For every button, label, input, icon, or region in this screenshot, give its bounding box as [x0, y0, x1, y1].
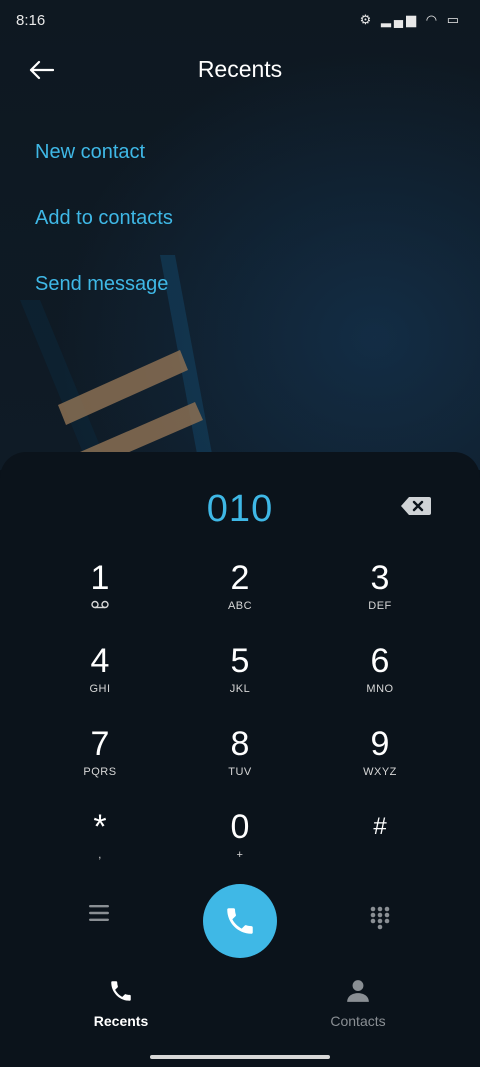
phone-icon	[227, 908, 253, 934]
tab-label: Recents	[93, 1013, 149, 1029]
dialpad-icon	[370, 906, 390, 930]
key-digit: 4	[90, 642, 110, 680]
key-digit: 7	[90, 725, 110, 763]
send-message-action[interactable]: Send message	[35, 273, 168, 296]
key-letters: +	[236, 849, 244, 861]
key-digit: 6	[370, 642, 390, 680]
key-digit: 1	[90, 559, 110, 597]
key-letters: JKL	[229, 683, 251, 695]
call-button[interactable]	[203, 884, 277, 958]
key-4[interactable]: 4 GHI	[30, 643, 170, 713]
key-9[interactable]: 9 WXYZ	[310, 726, 450, 796]
key-digit: 3	[370, 559, 390, 597]
key-digit: #	[373, 813, 387, 840]
key-letters: DEF	[368, 600, 392, 612]
key-digit: 8	[230, 725, 250, 763]
status-icons: ⚙ ▂▄▆ ◠ ▭	[359, 12, 462, 27]
key-6[interactable]: 6 MNO	[310, 643, 450, 713]
key-8[interactable]: 8 TUV	[170, 726, 310, 796]
backspace-button[interactable]	[400, 496, 432, 521]
key-0[interactable]: 0 +	[170, 809, 310, 879]
key-digit: 2	[230, 559, 250, 597]
key-letters: MNO	[366, 683, 394, 695]
home-indicator[interactable]	[150, 1055, 330, 1059]
key-digit: 5	[230, 642, 250, 680]
key-star[interactable]: * ,	[30, 809, 170, 879]
key-2[interactable]: 2 ABC	[170, 560, 310, 630]
key-digit: 9	[370, 725, 390, 763]
key-letters: WXYZ	[363, 766, 397, 778]
key-letters: GHI	[89, 683, 111, 695]
dialpad-panel: 010 1 2 ABC 3 DEF 4 GHI 5 JKL 6 MNO 7 PQ…	[0, 452, 480, 1067]
status-time: 8:16	[16, 12, 46, 29]
new-contact-action[interactable]: New contact	[35, 141, 145, 164]
key-letters: ABC	[227, 600, 253, 612]
tab-contacts[interactable]: Contacts	[298, 978, 418, 1029]
page-title: Recents	[197, 56, 283, 82]
key-1[interactable]: 1	[30, 560, 170, 630]
key-letters: TUV	[228, 766, 252, 778]
phone-icon	[111, 981, 131, 1001]
key-digit: 0	[230, 808, 250, 846]
tab-label: Contacts	[330, 1013, 386, 1029]
key-hash[interactable]: #	[310, 809, 450, 879]
person-icon	[347, 980, 369, 1002]
key-letters: PQRS	[83, 766, 117, 778]
key-5[interactable]: 5 JKL	[170, 643, 310, 713]
menu-icon	[89, 905, 109, 921]
key-7[interactable]: 7 PQRS	[30, 726, 170, 796]
backspace-icon	[401, 497, 431, 515]
key-digit: *	[93, 808, 107, 846]
dialpad-toggle-button[interactable]	[370, 906, 390, 935]
key-letters: ,	[98, 849, 102, 861]
tab-recents[interactable]: Recents	[61, 978, 181, 1029]
add-to-contacts-action[interactable]: Add to contacts	[35, 207, 173, 230]
menu-button[interactable]	[88, 904, 110, 927]
voicemail-icon	[30, 600, 170, 612]
status-bar: 8:16 ⚙ ▂▄▆ ◠ ▭	[0, 0, 480, 40]
top-bar: Recents	[0, 52, 480, 92]
key-3[interactable]: 3 DEF	[310, 560, 450, 630]
